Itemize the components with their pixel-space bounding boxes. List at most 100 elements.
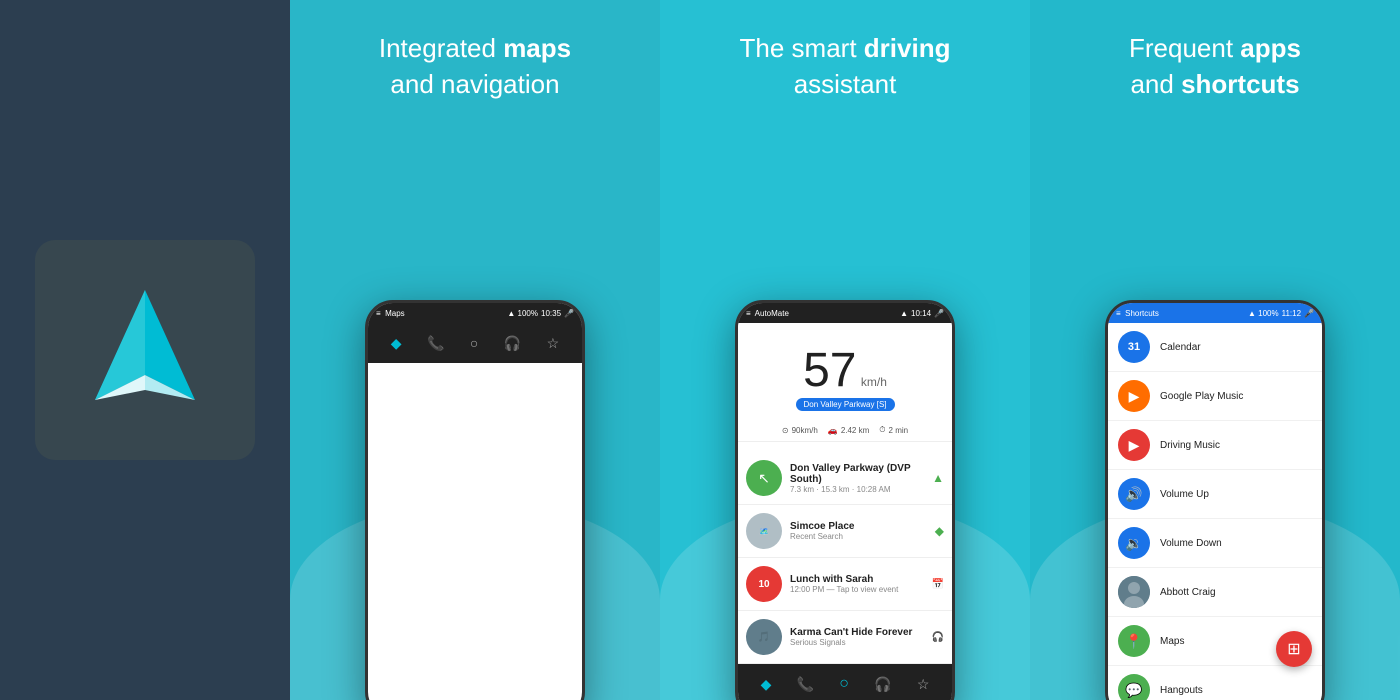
play-music-icon: ▶	[1118, 380, 1150, 412]
driving-phone-wrapper: ≡ AutoMate ▲ 10:14 🎤 57 km/h D	[735, 300, 955, 700]
shortcuts-title: Frequent appsand shortcuts	[1109, 30, 1321, 103]
driving-nav-headphone[interactable]: 🎧	[874, 676, 891, 693]
route-icon-1: ↖	[746, 460, 782, 496]
driving-time: 10:14	[911, 309, 931, 318]
shortcut-abbott-label: Abbott Craig	[1160, 587, 1216, 598]
route-info-3: Lunch with Sarah 12:00 PM — Tap to view …	[790, 574, 924, 594]
phone-side-btn-top	[583, 383, 585, 423]
volume-down-icon: 🔉	[1118, 527, 1150, 559]
stat-speed-limit: ⊙90km/h	[782, 425, 818, 435]
maps-status-bar: ≡ Maps ▲ 100% 10:35 🎤	[368, 303, 582, 323]
nav-phone-icon[interactable]: 📞	[427, 335, 444, 352]
driving-nav-circle[interactable]: ○	[839, 675, 849, 693]
maps-phone-screen: ≡ Maps ▲ 100% 10:35 🎤	[368, 303, 582, 700]
shortcut-calendar-label: Calendar	[1160, 342, 1201, 353]
route-info-2: Simcoe Place Recent Search	[790, 521, 927, 541]
maps-panel: Integrated mapsand navigation ≡ Maps ▲ 1…	[290, 0, 660, 700]
route-card-2[interactable]: 🗺️ Simcoe Place Recent Search ◆	[738, 505, 952, 558]
driving-nav-star[interactable]: ☆	[917, 676, 930, 693]
abbott-avatar-svg	[1118, 576, 1150, 608]
speed-display: 57 km/h Don Valley Parkway [S] ⊙90km/h 🚗…	[738, 323, 952, 452]
maps-signal: ▲ 100%	[507, 309, 538, 318]
nav-headphone-icon[interactable]: 🎧	[504, 335, 521, 352]
maps-bottom-nav: ◆ 📞 ○ 🎧 ☆	[368, 323, 582, 363]
automate-logo-svg	[75, 280, 215, 420]
driving-panel: The smart drivingassistant ≡ AutoMate ▲ …	[660, 0, 1030, 700]
nav-circle-icon[interactable]: ○	[470, 335, 478, 351]
hangouts-icon: 💬	[1118, 674, 1150, 700]
route-diamond-2: ◆	[935, 524, 944, 538]
driving-title: The smart drivingassistant	[720, 30, 971, 103]
shortcuts-status-left: ≡ Shortcuts	[1116, 309, 1159, 318]
route-music-4: 🎧	[932, 632, 944, 643]
route-icon-4: 🎵	[746, 619, 782, 655]
shortcuts-mic: 🎤	[1304, 309, 1314, 318]
shortcuts-time: 11:12	[1282, 309, 1301, 318]
phone-side-btn-bottom	[583, 433, 585, 473]
shortcuts-phone-wrapper: ≡ Shortcuts ▲ 100% 11:12 🎤 31 Calendar	[1105, 300, 1325, 700]
maps-phone-wrapper: ≡ Maps ▲ 100% 10:35 🎤	[365, 300, 585, 700]
driving-signal: ▲	[900, 309, 908, 318]
shortcut-abbott[interactable]: Abbott Craig	[1108, 568, 1322, 617]
driving-bottom-nav: ◆ 📞 ○ 🎧 ☆	[738, 664, 952, 700]
driving-nav-phone[interactable]: 📞	[797, 676, 814, 693]
abbott-icon	[1118, 576, 1150, 608]
driving-phone-screen: ≡ AutoMate ▲ 10:14 🎤 57 km/h D	[738, 303, 952, 700]
driving-status-bar: ≡ AutoMate ▲ 10:14 🎤	[738, 303, 952, 323]
route-cal-3: 📅	[932, 579, 944, 590]
shortcuts-status-bar: ≡ Shortcuts ▲ 100% 11:12 🎤	[1108, 303, 1322, 323]
route-info-4: Karma Can't Hide Forever Serious Signals	[790, 627, 924, 647]
shortcuts-fab[interactable]: ⊞	[1276, 631, 1312, 667]
shortcut-driving-music[interactable]: ▶ Driving Music	[1108, 421, 1322, 470]
route-icon-2: 🗺️	[746, 513, 782, 549]
shortcuts-phone: ≡ Shortcuts ▲ 100% 11:12 🎤 31 Calendar	[1105, 300, 1325, 700]
shortcut-volume-down-label: Volume Down	[1160, 538, 1222, 549]
calendar-icon: 31	[1118, 331, 1150, 363]
maps-mic: 🎤	[564, 309, 574, 318]
maps-icon: 📍	[1118, 625, 1150, 657]
shortcut-play-music-label: Google Play Music	[1160, 391, 1243, 402]
stat-time: ⏱2 min	[879, 425, 908, 435]
stat-distance: 🚗2.42 km	[828, 425, 869, 435]
speed-number: 57 km/h	[738, 343, 952, 398]
maps-phone: ≡ Maps ▲ 100% 10:35 🎤	[365, 300, 585, 700]
driving-nav-home[interactable]: ◆	[761, 676, 772, 693]
shortcut-volume-up[interactable]: 🔊 Volume Up	[1108, 470, 1322, 519]
route-info-1: Don Valley Parkway (DVP South) 7.3 km · …	[790, 463, 924, 494]
nav-home-icon[interactable]: ◆	[391, 335, 402, 352]
road-badge: Don Valley Parkway [S]	[796, 398, 895, 411]
shortcuts-phone-screen: ≡ Shortcuts ▲ 100% 11:12 🎤 31 Calendar	[1108, 303, 1322, 700]
shortcuts-panel: Frequent appsand shortcuts ≡ Shortcuts ▲…	[1030, 0, 1400, 700]
route-arrow-1: ▲	[932, 471, 944, 485]
features-container: Integrated mapsand navigation ≡ Maps ▲ 1…	[290, 0, 1400, 700]
shortcuts-signal: ▲ 100%	[1248, 309, 1279, 318]
route-card-1[interactable]: ↖ Don Valley Parkway (DVP South) 7.3 km …	[738, 452, 952, 505]
shortcut-play-music[interactable]: ▶ Google Play Music	[1108, 372, 1322, 421]
shortcut-hangouts-label: Hangouts	[1160, 685, 1203, 696]
volume-up-icon: 🔊	[1118, 478, 1150, 510]
shortcut-calendar[interactable]: 31 Calendar	[1108, 323, 1322, 372]
shortcut-maps-label: Maps	[1160, 636, 1184, 647]
shortcut-volume-down[interactable]: 🔉 Volume Down	[1108, 519, 1322, 568]
driving-status-left: ≡ AutoMate	[746, 309, 789, 318]
shortcut-hangouts[interactable]: 💬 Hangouts	[1108, 666, 1322, 700]
shortcut-volume-up-label: Volume Up	[1160, 489, 1209, 500]
route-card-3[interactable]: 10 Lunch with Sarah 12:00 PM — Tap to vi…	[738, 558, 952, 611]
nav-star-icon[interactable]: ☆	[547, 335, 560, 352]
maps-status-left: ≡ Maps	[376, 309, 405, 318]
fab-icon: ⊞	[1287, 639, 1300, 659]
logo-panel	[0, 0, 290, 700]
maps-title: Integrated mapsand navigation	[359, 30, 591, 103]
driving-mic: 🎤	[934, 309, 944, 318]
driving-status-icons: ▲ 10:14 🎤	[900, 309, 944, 318]
route-card-4[interactable]: 🎵 Karma Can't Hide Forever Serious Signa…	[738, 611, 952, 664]
route-icon-3: 10	[746, 566, 782, 602]
driving-phone: ≡ AutoMate ▲ 10:14 🎤 57 km/h D	[735, 300, 955, 700]
app-logo-box	[35, 240, 255, 460]
maps-status-icons: ▲ 100% 10:35 🎤	[507, 309, 574, 318]
driving-music-icon: ▶	[1118, 429, 1150, 461]
shortcut-driving-music-label: Driving Music	[1160, 440, 1220, 451]
driving-stats: ⊙90km/h 🚗2.42 km ⏱2 min	[738, 419, 952, 442]
shortcuts-status-icons: ▲ 100% 11:12 🎤	[1248, 309, 1314, 318]
maps-time: 10:35	[541, 309, 561, 318]
